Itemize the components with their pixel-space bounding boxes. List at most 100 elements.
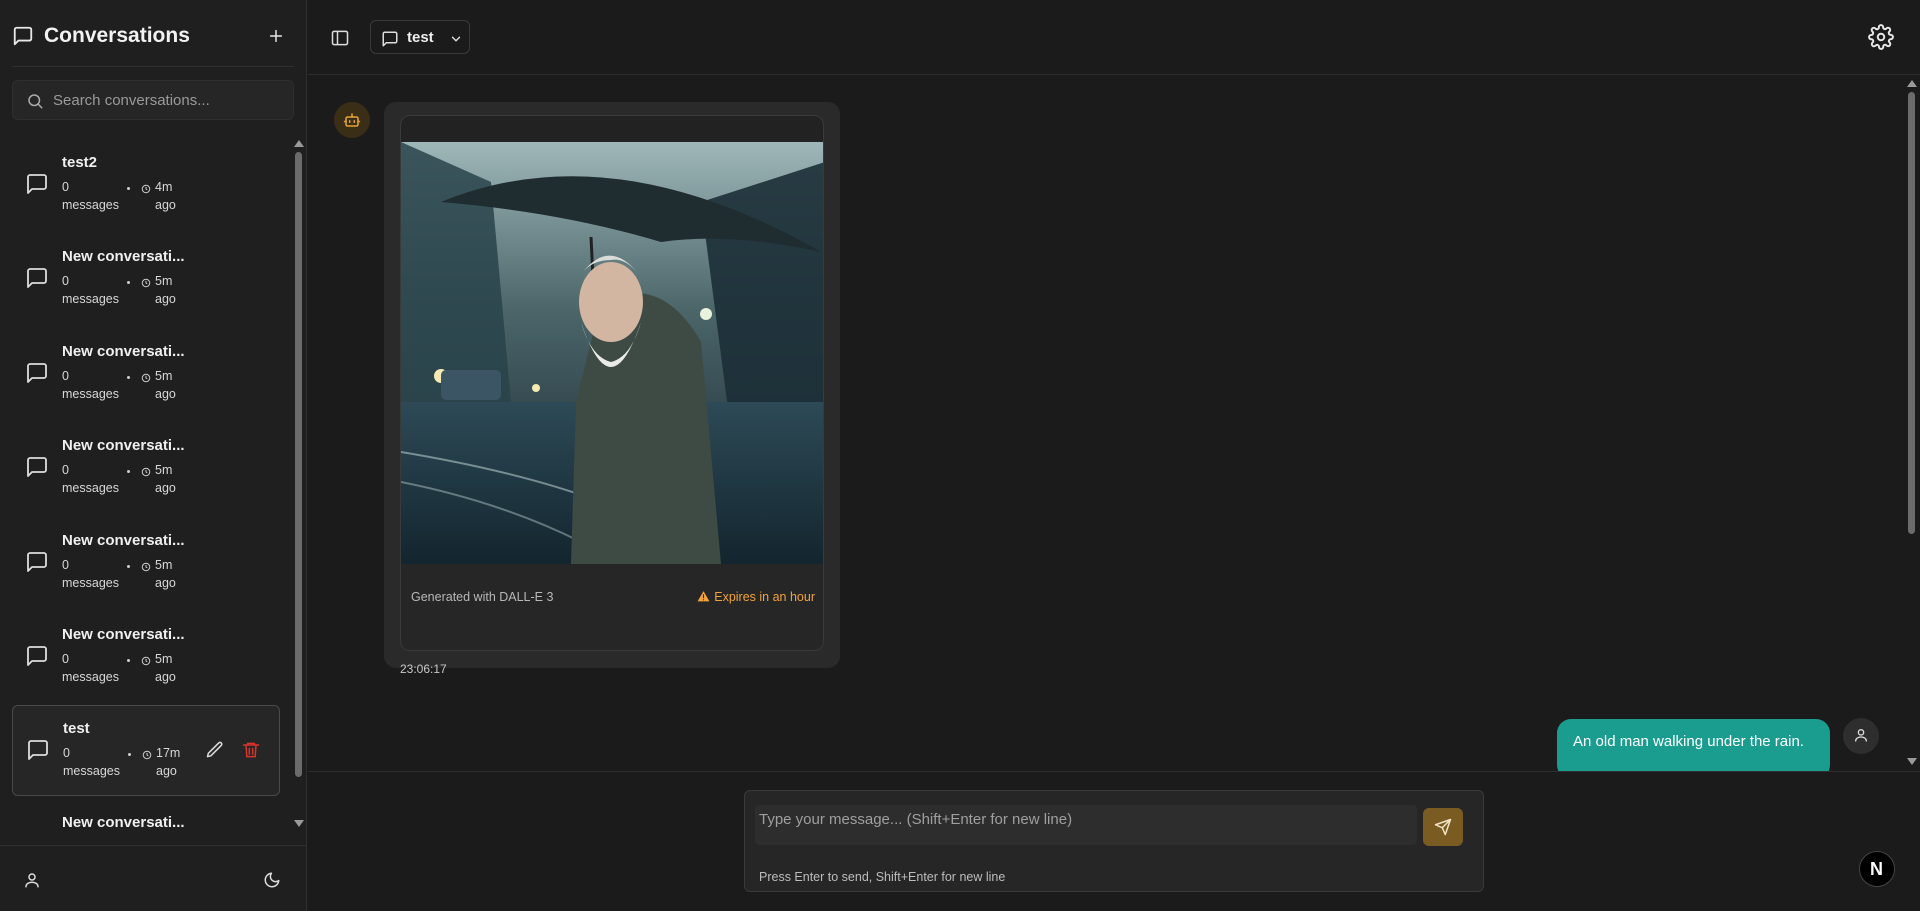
separator-dot xyxy=(127,376,130,379)
search-box xyxy=(12,80,294,120)
sidebar-scrollbar[interactable] xyxy=(293,140,305,830)
clock-icon xyxy=(141,278,151,288)
image-caption: Generated with DALL-E 3 xyxy=(411,590,554,604)
current-conversation-label: test xyxy=(407,29,434,46)
separator-dot xyxy=(128,753,131,756)
separator-dot xyxy=(127,187,130,190)
expiry-text: Expires in an hour xyxy=(714,590,815,604)
message-square-icon xyxy=(27,646,47,666)
conversation-item[interactable]: New conversati... 0 messages 5m ago xyxy=(12,234,280,325)
message-square-icon xyxy=(28,740,48,760)
conversation-title: New conversati... xyxy=(62,343,185,360)
user-icon xyxy=(1855,729,1867,742)
conversation-item[interactable]: New conversati... 0 messages 5m ago xyxy=(12,518,280,609)
plus-icon xyxy=(269,29,283,43)
conversation-title: New conversati... xyxy=(62,626,185,643)
conversation-message-count: 0 messages xyxy=(62,274,119,306)
clock-icon xyxy=(141,656,151,666)
chat-area: Generated with DALL-E 3 Expires in an ho… xyxy=(308,76,1920,771)
separator-dot xyxy=(127,281,130,284)
bot-avatar xyxy=(334,102,370,138)
sidebar-toggle-icon[interactable] xyxy=(330,28,350,48)
message-square-icon xyxy=(13,26,33,46)
conversation-item[interactable]: New conversati... xyxy=(12,801,280,835)
conversation-time: 5m ago xyxy=(155,463,176,495)
conversation-item-active[interactable]: test 0 messages 17m ago xyxy=(12,705,280,796)
bot-message-bubble: Generated with DALL-E 3 Expires in an ho… xyxy=(384,102,840,676)
conversation-time: 5m ago xyxy=(155,274,176,306)
conversation-message-count: 0 messages xyxy=(62,652,119,684)
next-js-badge[interactable]: N xyxy=(1859,851,1895,887)
bot-icon xyxy=(343,113,361,127)
generated-image-card: Generated with DALL-E 3 Expires in an ho… xyxy=(400,115,824,651)
sidebar-divider xyxy=(12,66,294,67)
message-composer: Press Enter to send, Shift+Enter for new… xyxy=(744,790,1484,892)
message-square-icon xyxy=(27,552,47,572)
sidebar-title: Conversations xyxy=(44,24,190,47)
expiry-warning: Expires in an hour xyxy=(697,590,815,604)
clock-icon xyxy=(141,373,151,383)
new-conversation-button[interactable] xyxy=(264,24,288,48)
trash-icon[interactable] xyxy=(241,740,261,760)
message-input[interactable] xyxy=(755,805,1417,845)
conversation-time: 5m ago xyxy=(155,558,176,590)
conversation-item[interactable]: New conversati... 0 messages 5m ago xyxy=(12,612,280,703)
scroll-up-arrow[interactable] xyxy=(1907,80,1917,87)
conversation-title: test xyxy=(63,720,90,737)
chevron-down-icon xyxy=(451,36,461,42)
settings-gear-icon[interactable] xyxy=(1868,24,1894,50)
scroll-thumb[interactable] xyxy=(295,152,302,777)
moon-icon[interactable] xyxy=(263,871,281,889)
separator-dot xyxy=(127,659,130,662)
clock-icon xyxy=(141,562,151,572)
scroll-down-arrow[interactable] xyxy=(1907,758,1917,765)
conversation-item[interactable]: New conversati... 0 messages 5m ago xyxy=(12,329,280,420)
conversation-selector[interactable]: test xyxy=(370,20,470,54)
conversation-message-count: 0 messages xyxy=(62,369,119,401)
sidebar: Conversations test2 0 messages 4m ago Ne… xyxy=(0,0,307,911)
conversation-title: test2 xyxy=(62,154,98,171)
top-bar: test xyxy=(308,0,1920,75)
search-input[interactable] xyxy=(53,81,289,119)
conversation-title: New conversati... xyxy=(62,814,185,831)
conversation-item[interactable]: test2 0 messages 4m ago xyxy=(12,140,280,231)
message-timestamp: 23:06:17 xyxy=(400,662,447,676)
image-card-footer: Generated with DALL-E 3 Expires in an ho… xyxy=(401,564,823,650)
scroll-thumb[interactable] xyxy=(1908,92,1915,534)
warning-triangle-icon xyxy=(697,591,710,602)
search-icon xyxy=(28,94,43,109)
user-avatar xyxy=(1843,718,1879,754)
conversation-message-count: 0 messages xyxy=(62,180,119,212)
chat-scrollbar[interactable] xyxy=(1906,76,1918,771)
user-message-text: An old man walking under the rain. xyxy=(1573,733,1804,750)
send-button[interactable] xyxy=(1423,808,1463,846)
conversation-time: 5m ago xyxy=(155,652,176,684)
user-icon[interactable] xyxy=(23,871,41,889)
message-square-icon xyxy=(27,363,47,383)
conversation-time: 5m ago xyxy=(155,369,176,401)
composer-hint: Press Enter to send, Shift+Enter for new… xyxy=(759,870,1006,884)
sidebar-footer xyxy=(0,845,306,911)
clock-icon xyxy=(141,184,151,194)
generated-image[interactable] xyxy=(401,142,824,564)
composer-area: Press Enter to send, Shift+Enter for new… xyxy=(308,771,1920,911)
message-square-icon xyxy=(382,31,398,47)
message-square-icon xyxy=(27,174,47,194)
edit-pencil-icon[interactable] xyxy=(205,740,225,760)
scroll-down-arrow[interactable] xyxy=(294,820,304,827)
conversation-title: New conversati... xyxy=(62,532,185,549)
clock-icon xyxy=(142,750,152,760)
conversation-message-count: 0 messages xyxy=(62,558,119,590)
scroll-up-arrow[interactable] xyxy=(294,140,304,147)
separator-dot xyxy=(127,470,130,473)
sidebar-header: Conversations xyxy=(0,0,306,73)
conversation-time: 17m ago xyxy=(156,746,181,778)
badge-letter: N xyxy=(1870,859,1883,879)
conversation-message-count: 0 messages xyxy=(62,463,119,495)
clock-icon xyxy=(141,467,151,477)
user-message-bubble: An old man walking under the rain. xyxy=(1557,719,1830,771)
separator-dot xyxy=(127,565,130,568)
conversation-item[interactable]: New conversati... 0 messages 5m ago xyxy=(12,423,280,514)
conversation-title: New conversati... xyxy=(62,248,185,265)
send-icon xyxy=(1434,818,1452,836)
